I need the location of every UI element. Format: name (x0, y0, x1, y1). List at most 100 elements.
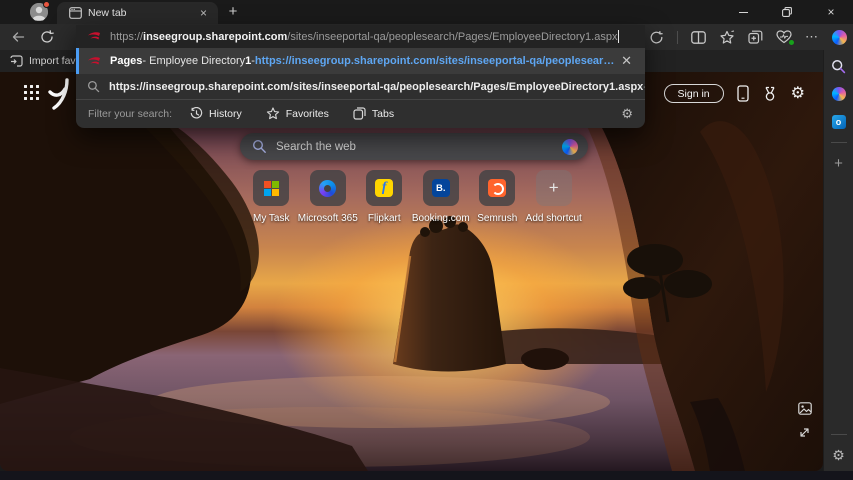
url-scheme: https:// (110, 31, 143, 43)
shortcut-my-task[interactable]: My Task (243, 170, 300, 224)
site-logo (47, 78, 75, 110)
window-bottom-edge (0, 471, 853, 480)
browser-essentials-icon[interactable] (776, 30, 792, 44)
web-search-box[interactable] (240, 133, 588, 160)
text-cursor (618, 30, 619, 43)
sharepoint-site-favicon (87, 31, 101, 42)
quick-links: My Task Microsoft 365 f Flipkart B. Book… (243, 170, 582, 224)
shortcut-label: Microsoft 365 (298, 213, 358, 224)
shortcut-semrush[interactable]: Semrush (469, 170, 526, 224)
shortcut-flipkart[interactable]: f Flipkart (356, 170, 413, 224)
microsoft-365-icon (319, 180, 336, 197)
filter-tabs[interactable]: Tabs (353, 107, 394, 120)
page-icon (69, 7, 82, 19)
close-icon: × (827, 5, 834, 19)
apps-launcher-icon[interactable] (24, 85, 41, 102)
back-icon (11, 30, 25, 44)
close-window-button[interactable]: × (809, 0, 853, 24)
split-screen-icon[interactable] (691, 31, 706, 44)
filter-favorites-label: Favorites (286, 108, 329, 120)
tab-new-tab[interactable]: New tab × (57, 2, 218, 24)
toolbar-right-icons: ⋯ (649, 24, 847, 50)
sidebar-divider (831, 142, 847, 143)
refresh-icon (40, 30, 54, 44)
wallpaper-controls (798, 402, 812, 439)
background-image-icon[interactable] (798, 402, 812, 415)
minimize-button[interactable] (721, 0, 765, 24)
filter-history[interactable]: History (190, 107, 242, 120)
wallpaper-cathedral-cove (0, 72, 823, 471)
more-menu-icon[interactable]: ⋯ (805, 29, 819, 45)
rewards-icon[interactable] (762, 86, 778, 102)
sidebar-copilot[interactable] (824, 80, 853, 108)
import-favorites-icon (10, 55, 23, 67)
new-tab-button[interactable]: + (224, 3, 242, 21)
gear-icon: ⚙ (832, 448, 845, 462)
sidebar-divider (831, 434, 847, 435)
filter-history-label: History (209, 108, 242, 120)
filter-label: Filter your search: (88, 108, 172, 120)
profile-avatar[interactable] (30, 3, 48, 21)
shortcut-label: Booking.com (412, 213, 470, 224)
url-path: /sites/inseeportal-qa/peoplesearch/Pages… (287, 31, 617, 43)
sign-in-button[interactable]: Sign in (664, 84, 724, 103)
refresh-button[interactable] (37, 28, 57, 46)
sharepoint-site-favicon (87, 56, 101, 67)
add-shortcut-button[interactable]: + Add shortcut (526, 170, 583, 224)
minimize-icon (739, 12, 748, 13)
dropdown-settings-icon[interactable]: ⚙ (621, 107, 633, 120)
restore-button[interactable] (765, 0, 809, 24)
tab-close-icon[interactable]: × (197, 6, 210, 20)
plus-icon: + (834, 155, 843, 172)
sidebar-outlook[interactable]: o (824, 108, 853, 136)
filter-tabs-label: Tabs (372, 108, 394, 120)
back-button[interactable] (8, 28, 28, 46)
suggestion-title-match: Pages (110, 55, 142, 67)
suggestion-site-selected[interactable]: Pages - Employee Directory1 - https://in… (76, 48, 645, 74)
shortcut-booking[interactable]: B. Booking.com (413, 170, 470, 224)
sidebar-settings[interactable]: ⚙ (824, 441, 853, 469)
shortcut-label: My Task (253, 213, 290, 224)
sync-icon[interactable] (649, 30, 664, 45)
expand-icon[interactable] (798, 426, 812, 439)
flipkart-icon: f (375, 179, 393, 197)
history-clock-icon (190, 107, 203, 120)
tab-title: New tab (88, 7, 197, 19)
url-domain: inseegroup.sharepoint.com (143, 31, 287, 43)
essentials-status-badge (788, 39, 795, 46)
favorites-icon[interactable] (719, 30, 735, 45)
page-settings-icon[interactable]: ⚙ (791, 85, 805, 103)
copilot-search-icon[interactable] (562, 139, 578, 155)
outlook-icon: o (832, 115, 846, 129)
title-bar: New tab × + × (0, 0, 853, 24)
suggestion-query: https://inseegroup.sharepoint.com/sites/… (109, 81, 643, 93)
address-bar[interactable]: https://inseegroup.sharepoint.com/sites/… (76, 25, 645, 48)
search-input[interactable] (276, 141, 562, 153)
remove-suggestion-icon[interactable]: ✕ (618, 53, 635, 69)
suggestion-engine-label: - Bing Search (643, 81, 645, 93)
shortcut-microsoft-365[interactable]: Microsoft 365 (300, 170, 357, 224)
search-filter-bar: Filter your search: History Favorites (76, 100, 645, 127)
sidebar-search[interactable] (824, 52, 853, 80)
shortcut-label: Flipkart (368, 213, 401, 224)
copilot-icon (832, 87, 846, 101)
filter-favorites[interactable]: Favorites (266, 107, 329, 120)
microsoft-logo-icon (264, 181, 279, 196)
toolbar-divider (677, 31, 678, 44)
sign-in-label: Sign in (678, 88, 710, 100)
star-icon (266, 107, 280, 120)
mobile-device-icon[interactable] (737, 85, 749, 102)
page-header-actions: Sign in ⚙ (664, 84, 805, 103)
booking-icon: B. (432, 179, 450, 197)
suggestion-bing-search[interactable]: https://inseegroup.sharepoint.com/sites/… (76, 74, 645, 99)
copilot-toolbar-icon[interactable] (832, 30, 847, 45)
search-icon (87, 80, 100, 93)
sidebar-add-button[interactable]: + (824, 149, 853, 177)
suggestion-url: https://inseegroup.sharepoint.com/sites/… (255, 55, 618, 67)
semrush-icon (488, 179, 506, 197)
import-favorites-button[interactable]: Import favor (0, 55, 85, 67)
notification-dot (43, 1, 50, 8)
tabs-icon (353, 107, 366, 120)
window-controls: × (721, 0, 853, 24)
collections-icon[interactable] (748, 30, 763, 45)
